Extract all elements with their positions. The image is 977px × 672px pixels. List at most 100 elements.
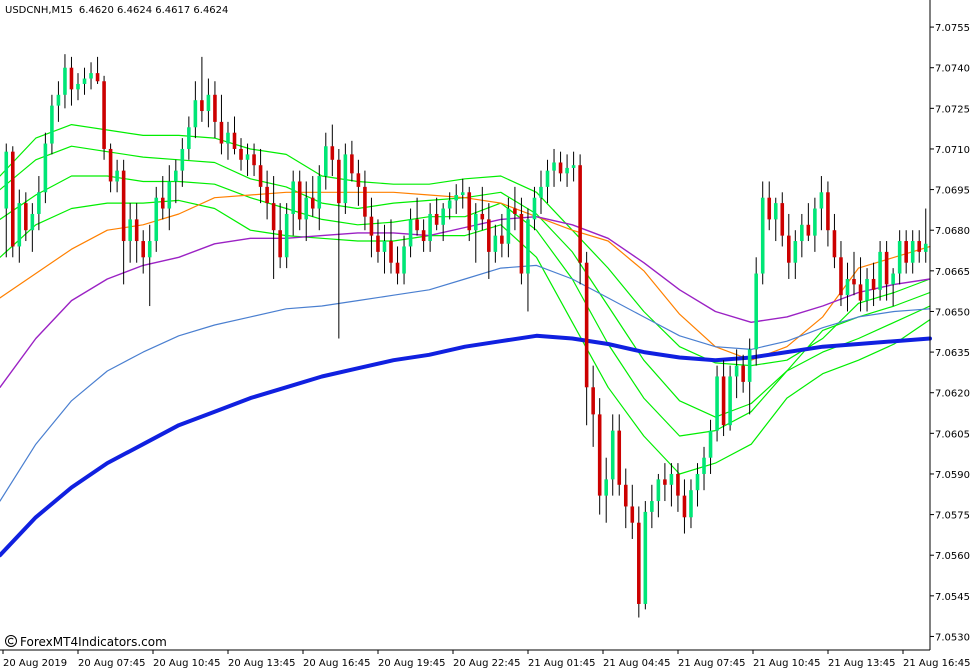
bull-candle-body [650, 501, 654, 512]
bull-candle-body [245, 154, 250, 160]
bear-candle-body [310, 197, 315, 209]
bull-candle-body [754, 273, 758, 350]
bear-candle-body [676, 473, 680, 496]
price-tick-label: 7.0545 [935, 592, 970, 603]
bear-candle-body [95, 73, 100, 82]
watermark: ForexMT4Indicators.com [5, 635, 167, 649]
bull-candle-body [317, 176, 322, 209]
candle [102, 75, 106, 160]
time-tick-label: 20 Aug 19:45 [378, 658, 445, 669]
bull-candle-body [206, 94, 211, 112]
bear-candle-body [513, 208, 517, 214]
bear-candle-body [271, 203, 276, 231]
bull-candle-body [226, 132, 230, 144]
bear-candle-body [134, 219, 139, 242]
bear-candle-body [10, 151, 15, 247]
bull-candle-body [800, 224, 804, 242]
bull-candle-body [30, 213, 35, 231]
bear-candle-body [415, 219, 419, 231]
bull-candle-body [773, 203, 778, 220]
bull-candle-body [187, 127, 191, 149]
bull-candle-body [428, 213, 432, 242]
bull-candle-body [845, 278, 850, 296]
bull-candle-body [897, 241, 902, 274]
bull-candle-body [526, 219, 530, 274]
price-tick-label: 7.0695 [935, 186, 970, 197]
bear-candle-body [337, 159, 341, 204]
bull-candle-body [167, 181, 172, 209]
bear-candle-body [24, 203, 28, 231]
candle [637, 506, 641, 618]
time-tick-label: 21 Aug 04:45 [603, 658, 670, 669]
bull-candle-body [813, 208, 817, 236]
bull-candle-body [878, 251, 882, 290]
bull-candle-body [447, 200, 452, 209]
bear-candle-body [584, 262, 589, 388]
bull-candle-body [56, 94, 61, 106]
bull-candle-body [552, 162, 556, 171]
time-tick-label: 20 Aug 2019 [3, 658, 67, 669]
bull-candle-body [604, 479, 608, 496]
bear-candle-body [363, 186, 367, 217]
candle [643, 501, 648, 610]
bear-candle-body [871, 278, 876, 290]
bear-candle-body [787, 235, 791, 263]
price-tick-label: 7.0530 [935, 632, 970, 643]
bull-candle-body [4, 151, 9, 209]
bear-candle-body [721, 376, 726, 426]
price-tick-label: 7.0665 [935, 267, 970, 278]
bull-candle-body [82, 78, 87, 84]
bear-candle-body [141, 241, 145, 258]
bear-candle-body [558, 162, 563, 174]
bull-candle-body [304, 197, 309, 220]
bull-candle-body [532, 197, 537, 220]
bear-candle-body [258, 165, 263, 187]
candle [715, 365, 719, 442]
watermark-text: ForexMT4Indicators.com [20, 635, 167, 649]
bull-candle-body [565, 167, 569, 174]
bull-candle-body [284, 213, 289, 258]
candle [754, 257, 758, 366]
bull-candle-body [819, 192, 824, 209]
bear-candle-body [904, 241, 908, 263]
bear-candle-body [239, 148, 243, 160]
price-tick-label: 7.0650 [935, 307, 970, 318]
bull-candle-body [728, 376, 732, 426]
bull-candle-body [747, 349, 752, 382]
bear-candle-body [578, 165, 582, 263]
time-tick-label: 21 Aug 13:45 [828, 658, 895, 669]
bull-candle-body [910, 241, 915, 263]
bull-candle-body [291, 181, 295, 214]
price-tick-label: 7.0605 [935, 429, 970, 440]
bear-candle-body [108, 148, 113, 182]
bull-candle-body [708, 430, 713, 458]
time-tick-label: 20 Aug 22:45 [453, 658, 520, 669]
price-chart: 7.0755 7.0740 7.0725 7.0710 7.0695 7.0680 7.06… [0, 0, 977, 672]
bull-candle-body [128, 219, 132, 242]
bull-candle-body [43, 143, 48, 193]
bull-candle-body [473, 213, 478, 231]
bear-candle-body [741, 365, 745, 382]
bull-candle-body [891, 273, 895, 285]
time-tick-label: 20 Aug 13:45 [228, 658, 295, 669]
bear-candle-body [232, 132, 237, 149]
bull-candle-body [63, 67, 67, 95]
price-tick-label: 7.0740 [935, 64, 970, 75]
bear-candle-body [369, 216, 374, 236]
bull-candle-body [402, 246, 406, 274]
bull-candle-body [493, 235, 498, 252]
bull-candle-body [689, 490, 693, 518]
price-tick-label: 7.0560 [935, 551, 970, 562]
bull-candle-body [115, 170, 119, 182]
bear-candle-body [917, 241, 922, 252]
bull-candle-body [545, 170, 550, 187]
bear-candle-body [884, 251, 889, 285]
bull-candle-body [760, 197, 765, 274]
bear-candle-body [434, 213, 439, 225]
bear-candle-body [350, 154, 354, 174]
bear-candle-body [858, 284, 863, 301]
time-tick-label: 20 Aug 10:45 [153, 658, 220, 669]
symbol-label: USDCNH,M15 [5, 5, 73, 16]
bull-candle-body [324, 146, 328, 177]
time-tick-label: 21 Aug 16:45 [903, 658, 970, 669]
